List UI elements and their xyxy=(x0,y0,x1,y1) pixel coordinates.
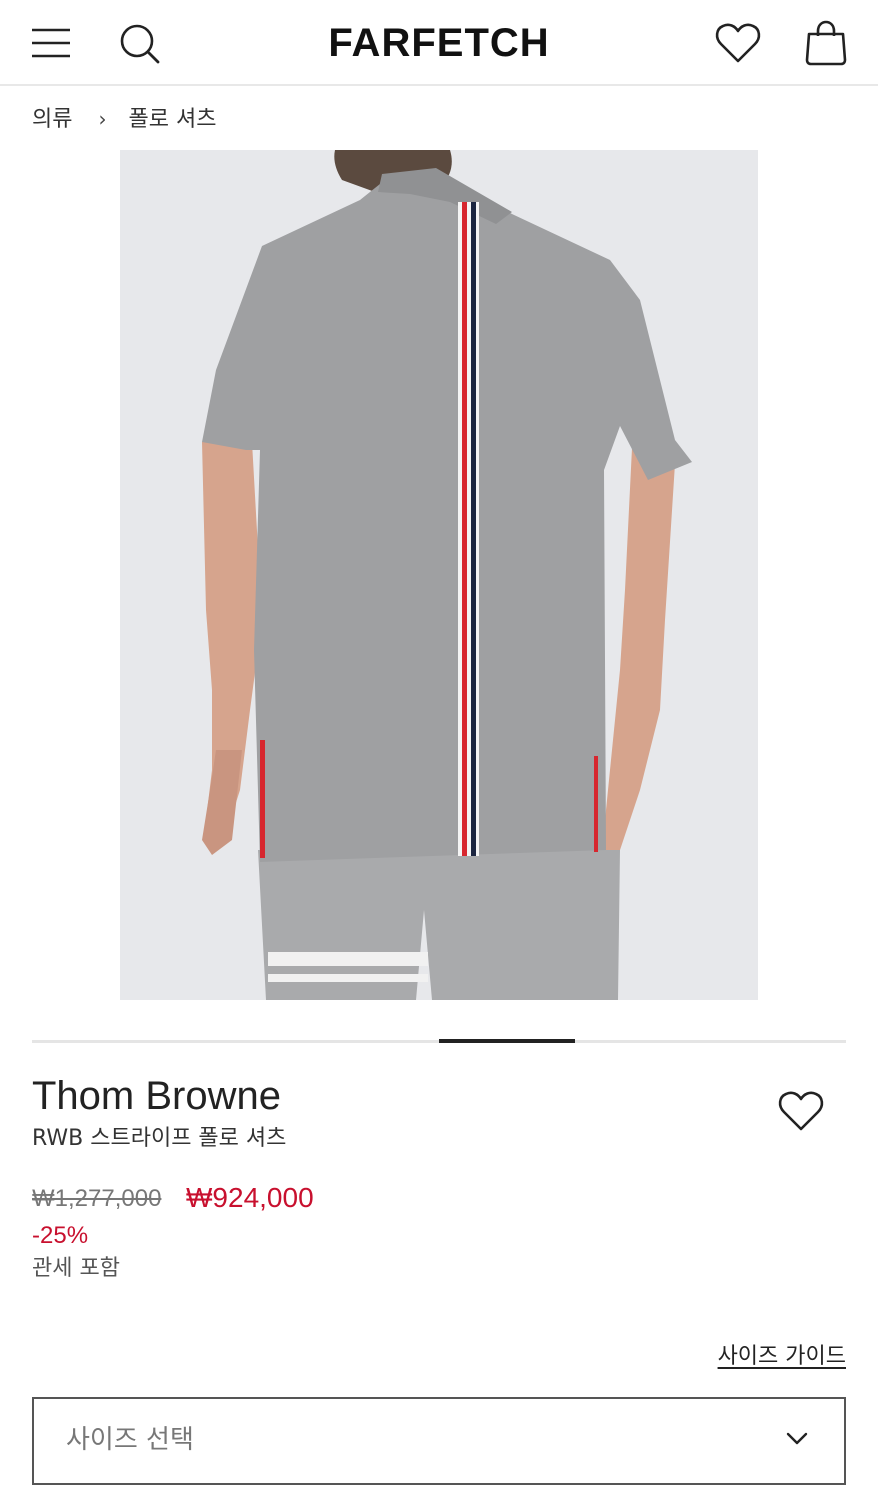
image-carousel-progress[interactable] xyxy=(32,1039,846,1043)
duty-note: 관세 포함 xyxy=(32,1256,120,1281)
breadcrumb: 의류 › 폴로 셔츠 xyxy=(32,104,216,135)
chevron-down-icon xyxy=(786,1432,808,1445)
heart-icon xyxy=(715,23,761,63)
product-name: RWB 스트라이프 폴로 셔츠 xyxy=(32,1126,287,1151)
size-select-placeholder: 사이즈 선택 xyxy=(66,1425,194,1455)
product-brand[interactable]: Thom Browne xyxy=(32,1071,281,1121)
breadcrumb-item-polo-shirts[interactable]: 폴로 셔츠 xyxy=(128,107,216,132)
add-to-wishlist-button[interactable] xyxy=(778,1090,824,1136)
sale-price: ₩924,000 xyxy=(186,1182,314,1213)
breadcrumb-separator: › xyxy=(98,107,107,131)
heart-icon xyxy=(778,1091,824,1131)
wishlist-header-button[interactable] xyxy=(715,22,761,68)
original-price: ₩1,277,000 xyxy=(32,1185,162,1212)
discount-badge: -25% xyxy=(32,1222,89,1249)
product-image[interactable] xyxy=(120,150,758,1000)
breadcrumb-item-clothing[interactable]: 의류 xyxy=(32,107,72,132)
size-select-dropdown[interactable]: 사이즈 선택 xyxy=(32,1397,846,1485)
shopping-bag-icon xyxy=(805,20,847,66)
size-guide-link[interactable]: 사이즈 가이드 xyxy=(718,1342,846,1372)
bag-button[interactable] xyxy=(804,20,848,70)
top-header: FARFETCH xyxy=(0,0,878,86)
carousel-active-indicator xyxy=(439,1039,575,1043)
